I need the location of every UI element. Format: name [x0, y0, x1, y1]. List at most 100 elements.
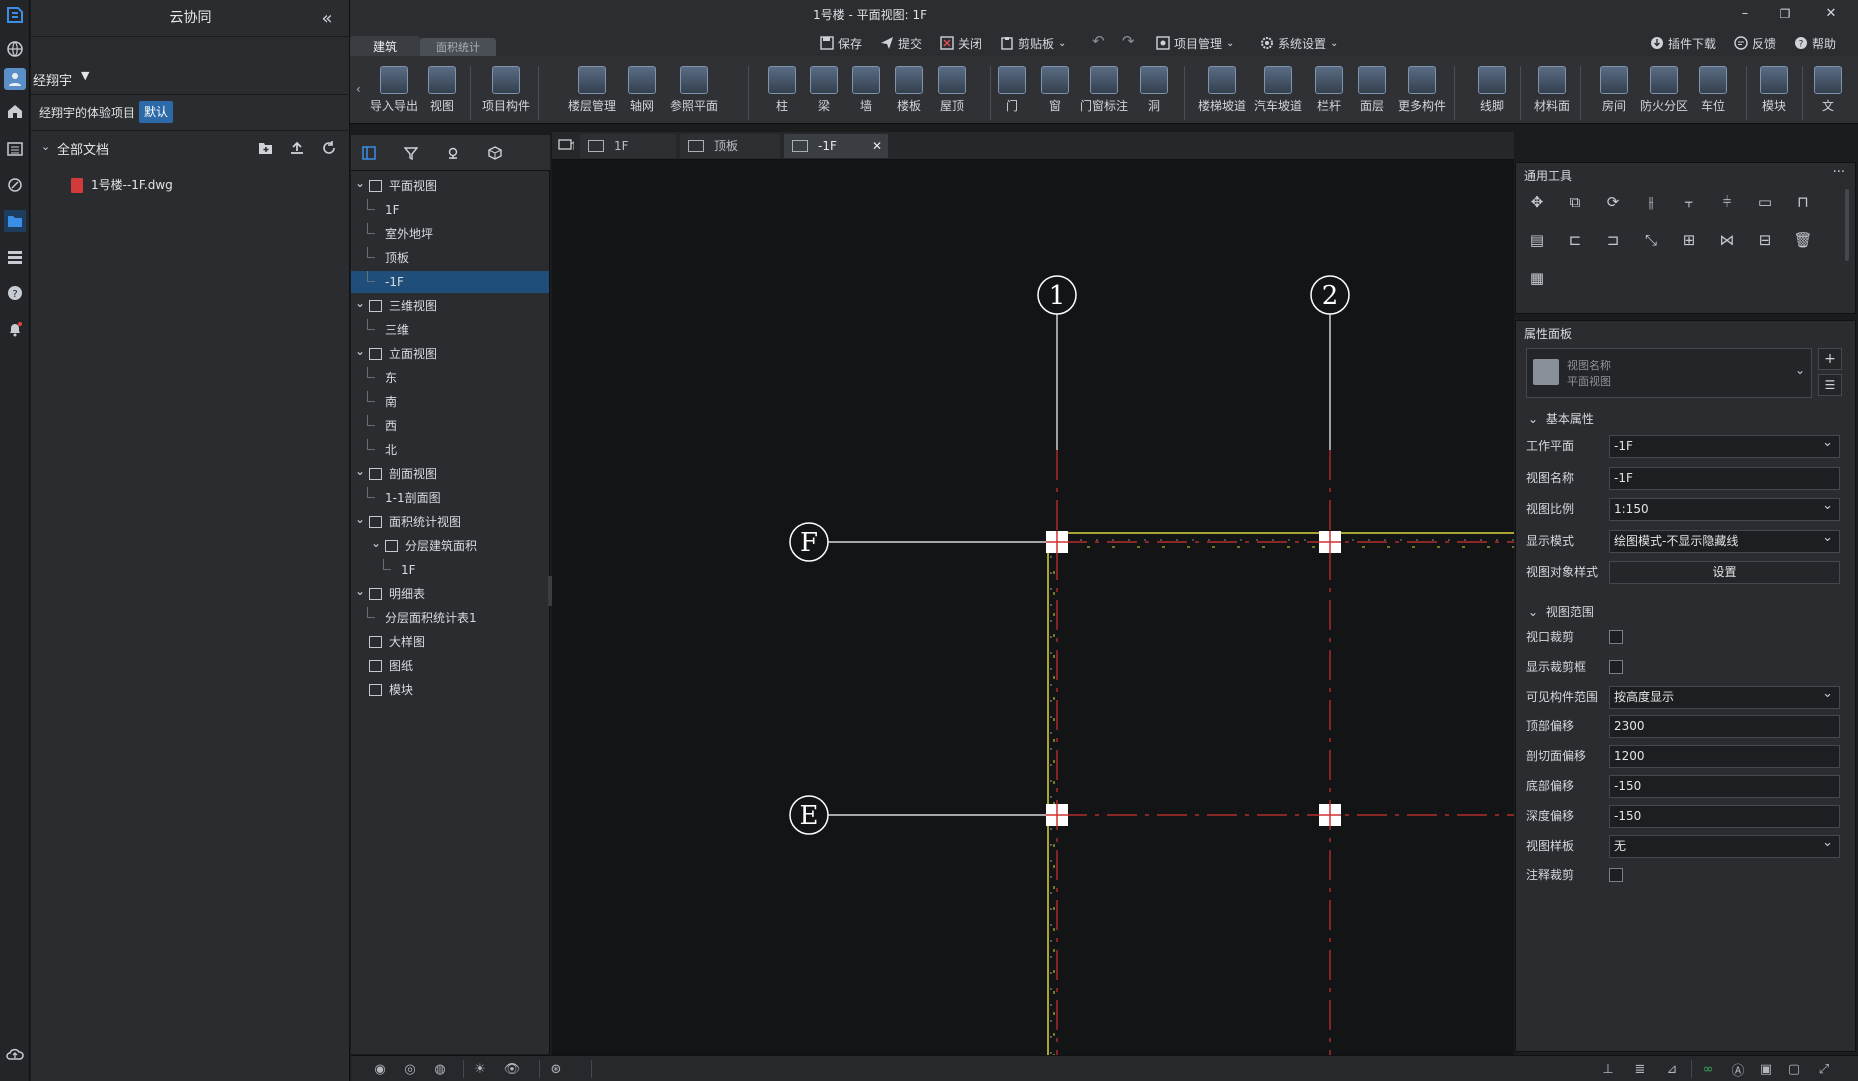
scale-icon[interactable]: ⤡ — [1640, 229, 1662, 251]
property-select[interactable]: 1:150 — [1609, 495, 1840, 521]
tree-item[interactable]: 东 — [351, 367, 549, 389]
property-select[interactable]: 无 — [1609, 832, 1840, 858]
plugin-download-button[interactable]: 插件下载 — [1650, 34, 1716, 52]
location-icon[interactable] — [443, 143, 463, 163]
ribbon-button[interactable]: 车位 — [1687, 66, 1739, 122]
ribbon-button[interactable]: 视图 — [416, 66, 468, 122]
trim-icon[interactable]: ⫩ — [1716, 191, 1738, 213]
chevron-down-icon[interactable]: ⌄ — [355, 340, 365, 362]
close-window-button[interactable]: ✕ — [1814, 2, 1848, 26]
view-range-header[interactable]: ⌄ 视图范围 — [1528, 603, 1594, 620]
property-settings-button[interactable]: 设置 — [1609, 561, 1840, 584]
tree-item[interactable]: 1-1剖面图 — [351, 487, 549, 509]
redo-icon[interactable]: ↷ — [1122, 32, 1135, 50]
layers-icon[interactable] — [4, 246, 26, 268]
tree-item[interactable]: 南 — [351, 391, 549, 413]
doc-tab[interactable]: 顶板 — [680, 134, 780, 158]
chevron-down-icon[interactable]: ⌄ — [355, 172, 365, 194]
clipboard-menu[interactable]: 剪贴板 ⌄ — [1000, 34, 1066, 52]
type-selector[interactable]: 视图名称 平面视图 ⌄ — [1526, 348, 1812, 398]
tree-item[interactable]: 分层面积统计表1 — [351, 607, 549, 629]
tab-list-icon[interactable] — [558, 138, 574, 152]
tree-item[interactable]: ⌄ 三维视图 — [351, 295, 549, 317]
ribbon-button[interactable]: 洞 — [1128, 66, 1180, 122]
ribbon-button[interactable]: 材料面 — [1526, 66, 1578, 122]
collapse-panel-button[interactable]: « — [317, 8, 337, 29]
snap-settings-icon[interactable]: ⊛ — [547, 1060, 565, 1078]
link-icon[interactable] — [4, 174, 26, 196]
tree-item[interactable]: 1F — [351, 559, 549, 581]
upload-icon[interactable] — [287, 138, 307, 158]
ribbon-button[interactable]: 楼层管理 — [566, 66, 618, 122]
property-input[interactable]: -150 — [1609, 775, 1840, 798]
feedback-button[interactable]: 反馈 — [1734, 34, 1776, 52]
tree-item[interactable]: ⌄ 明细表 — [351, 583, 549, 605]
chevron-down-icon[interactable]: ⌄ — [371, 532, 381, 554]
chevron-down-icon[interactable]: ⌄ — [355, 460, 365, 482]
copy-icon[interactable]: ⧉ — [1564, 191, 1586, 213]
tree-item[interactable]: 室外地坪 — [351, 223, 549, 245]
ribbon-button[interactable]: 更多构件 — [1396, 66, 1448, 122]
sheet-status-icon[interactable]: ▢ — [1785, 1060, 1803, 1078]
list-view-icon[interactable]: ≣ — [1631, 1060, 1649, 1078]
visibility-icon[interactable]: ◉ — [371, 1060, 389, 1078]
property-checkbox[interactable] — [1609, 868, 1623, 883]
chevron-down-icon[interactable]: ⌄ — [41, 140, 50, 153]
edit-type-button[interactable]: ☰ — [1818, 374, 1842, 396]
link-status-icon[interactable]: ∞ — [1699, 1060, 1717, 1078]
move-icon[interactable]: ✥ — [1526, 191, 1548, 213]
system-settings-menu[interactable]: 系统设置 ⌄ — [1260, 34, 1338, 52]
ribbon-tab-architecture[interactable]: 建筑 — [350, 36, 420, 58]
cube-icon[interactable] — [485, 143, 505, 163]
avatar[interactable] — [4, 68, 26, 90]
tree-item[interactable]: 顶板 — [351, 247, 549, 269]
ribbon-button[interactable]: 屋顶 — [926, 66, 978, 122]
tree-item[interactable]: 大样图 — [351, 631, 549, 653]
ribbon-button[interactable]: 模块 — [1748, 66, 1800, 122]
mirror-icon[interactable]: ⋈ — [1716, 229, 1738, 251]
upload-cloud-icon[interactable] — [4, 1043, 26, 1065]
ribbon-button[interactable]: 楼梯坡道 — [1196, 66, 1248, 122]
group-icon[interactable]: ⊞ — [1678, 229, 1700, 251]
project-name[interactable]: 经翔宇的体验项目 — [39, 100, 135, 126]
tree-item[interactable]: 1F — [351, 199, 549, 221]
ortho-icon[interactable]: ⊥ — [1599, 1060, 1617, 1078]
ribbon-button[interactable]: 面层 — [1346, 66, 1398, 122]
bell-icon[interactable] — [4, 318, 26, 340]
tools-scrollbar[interactable] — [1845, 189, 1849, 261]
zoom-fit-icon[interactable]: ⤢ — [1815, 1060, 1833, 1078]
render-icon[interactable]: ◍ — [431, 1060, 449, 1078]
ribbon-button[interactable]: 参照平面 — [668, 66, 720, 122]
property-checkbox[interactable] — [1609, 630, 1623, 644]
property-select[interactable]: 绘图模式-不显示隐藏线 — [1609, 527, 1840, 553]
tree-item[interactable]: 三维 — [351, 319, 549, 341]
minimize-button[interactable]: – — [1728, 2, 1762, 26]
project-management-menu[interactable]: 项目管理 ⌄ — [1156, 34, 1234, 52]
basic-properties-header[interactable]: ⌄ 基本属性 — [1528, 410, 1594, 427]
user-selector[interactable]: 经翔宇 ▼ — [31, 64, 350, 94]
chevron-down-icon[interactable]: ⌄ — [355, 292, 365, 314]
annotation-icon[interactable]: Ⓐ — [1729, 1060, 1747, 1079]
ribbon-button[interactable]: 窗 — [1029, 66, 1081, 122]
ribbon-button[interactable]: 文 — [1802, 66, 1854, 122]
eye-icon[interactable]: 👁 — [503, 1060, 521, 1078]
ribbon-button[interactable]: 房间 — [1588, 66, 1640, 122]
property-select[interactable]: -1F — [1609, 432, 1840, 458]
join-icon[interactable]: ⊐ — [1602, 229, 1624, 251]
rotate-icon[interactable]: ⟳ — [1602, 191, 1624, 213]
ribbon-button[interactable]: 汽车坡道 — [1252, 66, 1304, 122]
help-icon[interactable]: ? — [4, 282, 26, 304]
ribbon-button[interactable]: 项目构件 — [480, 66, 532, 122]
property-checkbox[interactable] — [1609, 659, 1623, 674]
doc-tab[interactable]: -1F ✕ — [784, 134, 888, 158]
chevron-down-icon[interactable]: ⌄ — [355, 580, 365, 602]
undo-icon[interactable]: ↶ — [1092, 32, 1105, 50]
tree-item[interactable]: 模块 — [351, 679, 549, 701]
viewport-icon[interactable]: ▣ — [1757, 1060, 1775, 1078]
more-icon[interactable]: ··· — [1833, 165, 1845, 180]
tree-item[interactable]: ⌄ 分层建筑面积 — [351, 535, 549, 557]
chevron-down-icon[interactable]: ⌄ — [355, 508, 365, 530]
tree-item[interactable]: -1F — [351, 271, 549, 293]
lightbulb-icon[interactable]: ☀ — [471, 1060, 489, 1078]
list-icon[interactable] — [4, 138, 26, 160]
